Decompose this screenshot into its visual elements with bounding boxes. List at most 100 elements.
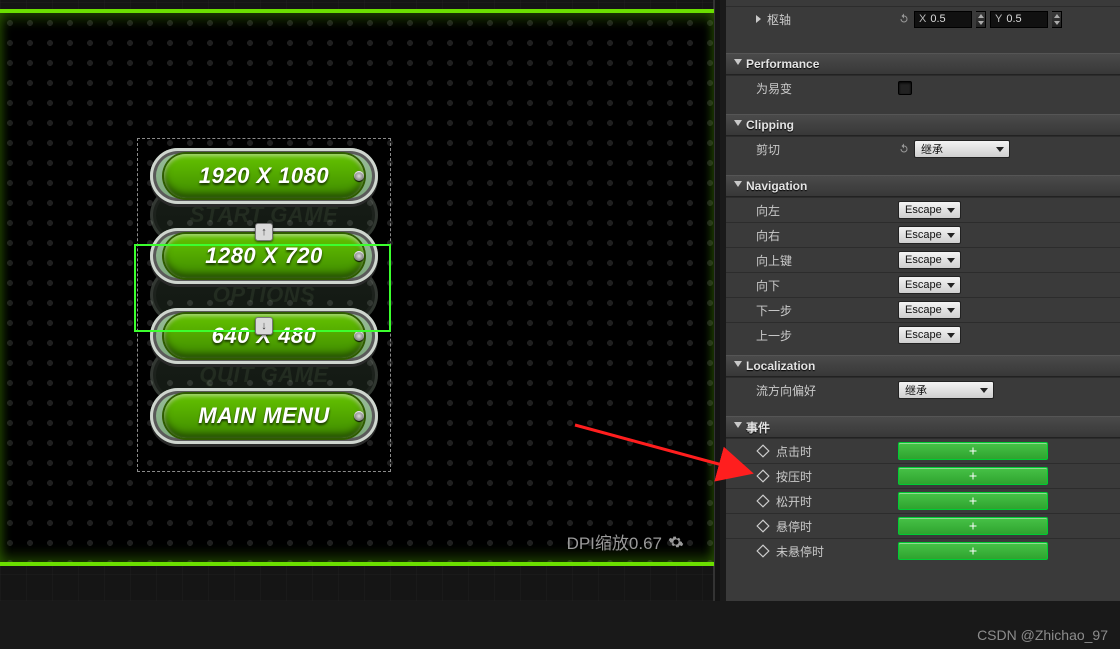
label-text: 上一步	[756, 327, 792, 344]
chevron-down-icon	[734, 120, 742, 130]
label-text: 向右	[756, 227, 780, 244]
category-navigation[interactable]: Navigation	[726, 175, 1120, 197]
add-event-button[interactable]	[898, 517, 1048, 535]
label-text: 悬停时	[776, 518, 812, 535]
event-node-icon	[756, 544, 770, 558]
resolution-button-1080p[interactable]: 1920 X 1080	[150, 148, 378, 204]
dpi-label: DPI缩放0.67	[567, 529, 662, 554]
gear-icon[interactable]	[668, 534, 684, 550]
spinner-icon[interactable]	[976, 11, 986, 28]
category-clipping[interactable]: Clipping	[726, 114, 1120, 136]
details-panel[interactable]: 枢轴 X 0.5 Y 0.5 Performance 为易变 Clipping	[726, 0, 1120, 601]
spacer	[726, 402, 1120, 416]
dropdown-value: 继承	[905, 382, 927, 398]
category-events[interactable]: 事件	[726, 416, 1120, 438]
dropdown-value: Escape	[905, 204, 942, 216]
event-row-onhover: 悬停时	[726, 513, 1120, 538]
category-title: Performance	[746, 57, 819, 71]
main-menu-button[interactable]: MAIN MENU	[150, 388, 378, 444]
label-text: 松开时	[776, 493, 812, 510]
prop-row-nav-prev: 上一步 Escape	[726, 322, 1120, 347]
chevron-down-icon	[734, 422, 742, 432]
event-row-onpress: 按压时	[726, 463, 1120, 488]
category-title: Localization	[746, 359, 815, 373]
category-title: 事件	[746, 419, 770, 436]
nav-up-dropdown[interactable]: Escape	[898, 251, 961, 269]
button-label: 1280 X 720	[205, 243, 323, 269]
dropdown-value: Escape	[905, 304, 942, 316]
chevron-down-icon	[734, 59, 742, 69]
label-text: 点击时	[776, 443, 812, 460]
label-text: 按压时	[776, 468, 812, 485]
label-text: 向下	[756, 277, 780, 294]
category-title: Clipping	[746, 118, 794, 132]
event-node-icon	[756, 469, 770, 483]
reset-to-default-icon[interactable]	[898, 13, 910, 25]
category-localization[interactable]: Localization	[726, 355, 1120, 377]
dropdown-value: Escape	[905, 329, 942, 341]
prop-row-flow: 流方向偏好 继承	[726, 377, 1120, 402]
chevron-down-icon	[734, 361, 742, 371]
prop-value: X 0.5 Y 0.5	[894, 11, 1120, 28]
umg-designer-viewport[interactable]: START GAME OPTIONS QUIT GAME 1920 X 1080…	[0, 0, 720, 601]
event-node-icon	[756, 519, 770, 533]
reorder-handle-up-icon[interactable]: ↑	[255, 223, 273, 241]
prop-row-volatile: 为易变	[726, 75, 1120, 100]
chevron-down-icon	[734, 181, 742, 191]
event-node-icon	[756, 444, 770, 458]
dpi-scale-readout: DPI缩放0.67	[567, 529, 684, 554]
add-event-button[interactable]	[898, 492, 1048, 510]
axis-label: X	[919, 13, 926, 25]
expander-icon[interactable]	[756, 15, 761, 23]
nav-prev-dropdown[interactable]: Escape	[898, 326, 961, 344]
spacer	[726, 161, 1120, 175]
dropdown-value: 继承	[921, 141, 943, 157]
label-text: 未悬停时	[776, 543, 824, 560]
add-event-button[interactable]	[898, 442, 1048, 460]
prop-row-nav-down: 向下 Escape	[726, 272, 1120, 297]
clip-dropdown[interactable]: 继承	[914, 140, 1010, 158]
prop-row-nav-up: 向上键 Escape	[726, 247, 1120, 272]
flow-dropdown[interactable]: 继承	[898, 381, 994, 399]
label-text: 为易变	[756, 80, 792, 97]
event-row-onclick: 点击时	[726, 438, 1120, 463]
axis-value: 0.5	[930, 13, 945, 25]
add-event-button[interactable]	[898, 542, 1048, 560]
spinner-icon[interactable]	[1052, 11, 1062, 28]
preview-canvas[interactable]: START GAME OPTIONS QUIT GAME 1920 X 1080…	[0, 9, 714, 566]
add-event-button[interactable]	[898, 467, 1048, 485]
label-text: 剪切	[756, 141, 780, 158]
axis-value: 0.5	[1006, 13, 1021, 25]
category-performance[interactable]: Performance	[726, 53, 1120, 75]
viewport-grid: START GAME OPTIONS QUIT GAME 1920 X 1080…	[0, 0, 715, 601]
nav-next-dropdown[interactable]: Escape	[898, 301, 961, 319]
nav-left-dropdown[interactable]: Escape	[898, 201, 961, 219]
spacer	[726, 347, 1120, 355]
axis-label: Y	[995, 13, 1002, 25]
nav-right-dropdown[interactable]: Escape	[898, 226, 961, 244]
label-text: 向左	[756, 202, 780, 219]
label-text: 向上键	[756, 252, 792, 269]
dropdown-value: Escape	[905, 229, 942, 241]
category-title: Navigation	[746, 179, 807, 193]
volatile-checkbox[interactable]	[898, 81, 912, 95]
prop-row-nav-right: 向右 Escape	[726, 222, 1120, 247]
button-label: MAIN MENU	[198, 403, 330, 429]
label-text: 流方向偏好	[756, 382, 816, 399]
prop-row-clip: 剪切 继承	[726, 136, 1120, 161]
reorder-handle-down-icon[interactable]: ↓	[255, 317, 273, 335]
spacer	[726, 100, 1120, 114]
dropdown-value: Escape	[905, 279, 942, 291]
pivot-y-input[interactable]: Y 0.5	[990, 11, 1048, 28]
reset-to-default-icon[interactable]	[898, 143, 910, 155]
dropdown-value: Escape	[905, 254, 942, 266]
label-text: 枢轴	[767, 11, 791, 28]
pivot-x-input[interactable]: X 0.5	[914, 11, 972, 28]
event-row-onunhover: 未悬停时	[726, 538, 1120, 563]
spacer	[726, 31, 1120, 53]
event-row-onrelease: 松开时	[726, 488, 1120, 513]
nav-down-dropdown[interactable]: Escape	[898, 276, 961, 294]
event-node-icon	[756, 494, 770, 508]
bottom-strip	[0, 601, 1120, 649]
button-label: 1920 X 1080	[199, 163, 329, 189]
